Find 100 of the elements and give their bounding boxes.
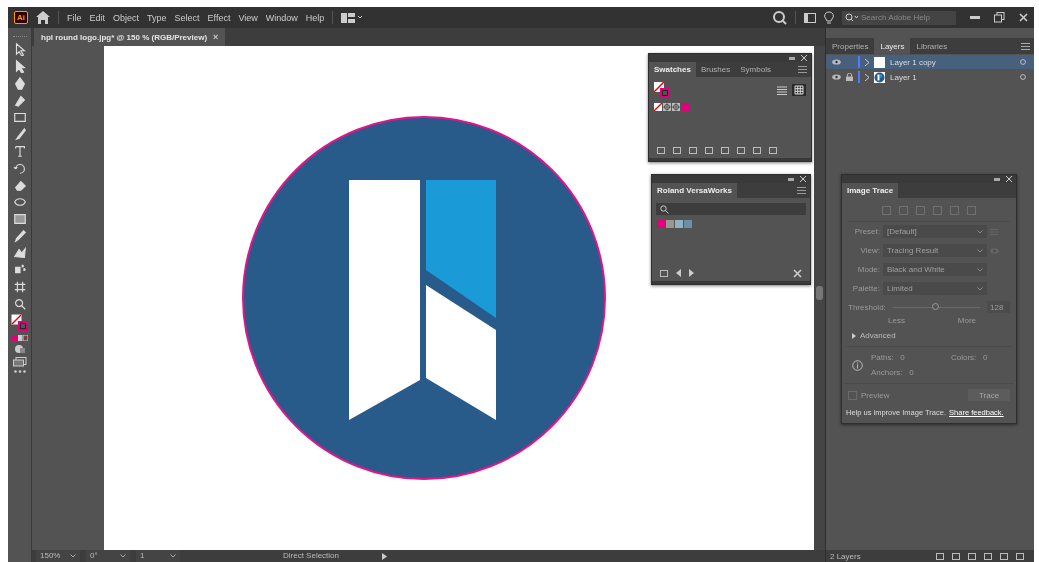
chevron-down-icon[interactable]	[70, 554, 76, 558]
draw-mode-icon[interactable]	[13, 344, 26, 354]
dropdown[interactable]: Black and White	[883, 263, 987, 276]
registration-swatch[interactable]	[663, 103, 671, 111]
menu-item[interactable]: Object	[113, 12, 140, 23]
layer-row[interactable]: Layer 1	[826, 70, 1034, 84]
chevron-down-icon[interactable]	[170, 554, 176, 558]
collapse-icon[interactable]	[994, 177, 1000, 181]
menu-item[interactable]: Type	[147, 12, 167, 23]
slider-min-label: Less	[888, 316, 905, 325]
dropdown[interactable]: Tracing Result	[883, 244, 987, 257]
current-tool-label[interactable]: Direct Selection	[246, 550, 376, 562]
expand-icon[interactable]	[852, 332, 856, 339]
color-swatch[interactable]	[657, 220, 665, 228]
workspace-switcher-icon[interactable]	[341, 12, 364, 23]
warp-icon[interactable]	[12, 195, 27, 209]
search-field[interactable]	[656, 203, 806, 215]
close-tab-button[interactable]: ×	[213, 32, 219, 42]
panel-tab[interactable]: Properties	[826, 38, 875, 54]
restore-icon[interactable]	[994, 12, 1005, 23]
menu-item[interactable]: View	[238, 12, 258, 23]
color-swatch[interactable]	[666, 220, 674, 228]
grid-view-icon[interactable]	[792, 84, 806, 96]
target-icon[interactable]	[1020, 59, 1026, 65]
layer-thumbnail	[874, 71, 885, 83]
registration-swatch[interactable]	[672, 103, 680, 111]
field-label: Palette:	[851, 284, 880, 293]
curvature-pen-icon[interactable]	[12, 93, 27, 107]
threshold-input[interactable]: 128	[987, 301, 1010, 313]
color-modes-icon[interactable]	[11, 335, 28, 341]
previous-icon[interactable]	[676, 269, 681, 277]
rectangle-icon[interactable]	[12, 110, 27, 124]
chevron-down-icon[interactable]	[120, 554, 126, 558]
home-icon[interactable]	[36, 11, 50, 24]
pen-icon[interactable]	[12, 76, 27, 90]
layer-name: Layer 1 copy	[890, 57, 936, 67]
target-icon[interactable]	[1020, 74, 1026, 80]
none-swatch[interactable]	[654, 103, 662, 111]
chevron-down-icon[interactable]	[977, 286, 983, 291]
chevron-down-icon[interactable]	[977, 229, 983, 234]
advanced-toggle[interactable]: Advanced	[846, 325, 1012, 347]
menu-item[interactable]: Help	[305, 12, 325, 23]
list-view-icon[interactable]	[777, 85, 787, 95]
menu-item[interactable]: Effect	[207, 12, 231, 23]
chevron-down-icon[interactable]	[977, 267, 983, 272]
menu-item[interactable]: Select	[174, 12, 200, 23]
rotate-icon[interactable]	[12, 161, 27, 175]
play-icon[interactable]	[382, 552, 387, 560]
dropdown[interactable]: Limited	[883, 282, 987, 295]
fill-stroke-icon[interactable]	[654, 82, 670, 98]
layer-row[interactable]: Layer 1 copy	[826, 55, 1034, 69]
blend-icon[interactable]	[12, 246, 27, 260]
panel-tab[interactable]: Layers	[874, 38, 911, 54]
menu-item[interactable]: Edit	[89, 12, 106, 23]
lightbulb-icon[interactable]	[824, 10, 834, 25]
color-swatch[interactable]	[684, 220, 692, 228]
menu-icon[interactable]	[797, 187, 806, 194]
more-tools-icon[interactable]	[13, 370, 26, 373]
color-swatch[interactable]	[675, 220, 683, 228]
panel-layout-icon[interactable]	[804, 12, 816, 23]
menu-item[interactable]: Window	[265, 12, 298, 23]
close-icon[interactable]	[801, 55, 807, 61]
layer-count: 2 Layers	[830, 551, 861, 561]
panel-tab[interactable]: Roland VersaWorks	[652, 183, 737, 198]
type-icon[interactable]	[12, 144, 27, 158]
layer-name: Layer 1	[890, 72, 917, 82]
close-icon[interactable]	[1006, 176, 1012, 182]
artboard-field[interactable]: 1	[136, 550, 180, 562]
screen-mode-icon[interactable]	[12, 357, 27, 367]
panel-tab[interactable]: Swatches	[649, 62, 696, 77]
eye-icon[interactable]	[832, 59, 841, 65]
lock-icon[interactable]	[846, 73, 853, 81]
next-icon[interactable]	[689, 269, 694, 277]
panel-tab[interactable]: Libraries	[910, 38, 954, 54]
scrollbar[interactable]	[814, 46, 825, 550]
close-icon[interactable]	[1019, 13, 1028, 22]
info-icon	[852, 359, 863, 371]
close-icon[interactable]	[800, 176, 806, 182]
menu-icon[interactable]	[798, 66, 807, 73]
panel-tab[interactable]: Image Trace	[842, 183, 899, 198]
field-label: Threshold:	[847, 302, 886, 312]
eraser-icon[interactable]	[12, 178, 27, 192]
collapse-icon[interactable]	[788, 177, 794, 181]
fill-stroke-icon[interactable]	[10, 314, 29, 332]
tools-icon[interactable]	[793, 268, 802, 278]
panel-tab[interactable]: Symbols	[735, 62, 776, 77]
menu-icon[interactable]	[1021, 42, 1030, 50]
zoom-field[interactable]: 150%	[36, 550, 80, 562]
rotation-field[interactable]: 0°	[86, 550, 130, 562]
chevron-down-icon[interactable]	[977, 248, 983, 253]
dropdown[interactable]: [Default]	[883, 225, 987, 238]
eyedropper-icon[interactable]	[12, 229, 27, 243]
zoom-icon[interactable]	[12, 297, 27, 311]
eye-icon[interactable]	[832, 74, 841, 80]
collapse-icon[interactable]	[789, 56, 795, 60]
panel-tab[interactable]: Brushes	[695, 62, 736, 77]
document-tab[interactable]: hpl round logo.jpg* @ 150 % (RGB/Preview) ×	[34, 28, 226, 46]
menu-item[interactable]: File	[67, 12, 82, 23]
artboard-icon[interactable]	[12, 280, 27, 294]
color-swatch[interactable]	[681, 103, 689, 111]
